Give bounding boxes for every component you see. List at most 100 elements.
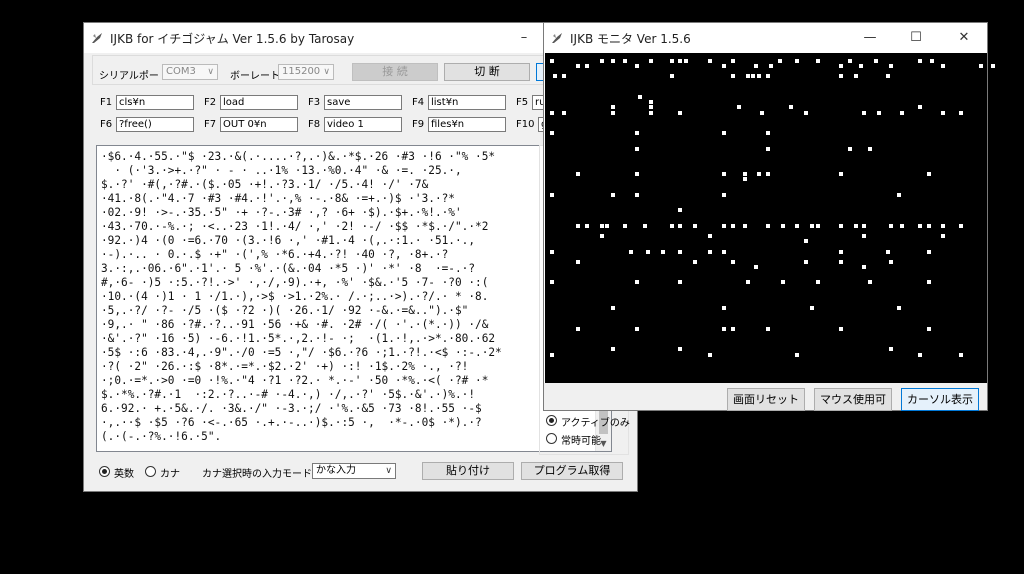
editor-text[interactable]: ·$6.·4.·55.·"$ ·23.·&(.·....·?,.·)&.·*$.…	[101, 150, 596, 450]
screen-pixel	[550, 111, 554, 115]
screen-pixel	[678, 224, 682, 228]
screen-pixel	[638, 95, 642, 99]
screen-pixel	[649, 105, 653, 109]
screen-pixel	[754, 265, 758, 269]
screen-pixel	[927, 224, 931, 228]
screen-pixel	[550, 353, 554, 357]
always-radio[interactable]	[546, 433, 557, 444]
fkey-label: F9	[412, 119, 425, 130]
kana-radio[interactable]	[145, 466, 156, 477]
port-select[interactable]: COM3 ∨	[162, 64, 218, 80]
screen-pixel	[743, 224, 747, 228]
screen-pixel	[941, 111, 945, 115]
screen-pixel	[927, 172, 931, 176]
screen-pixel	[585, 224, 589, 228]
close-icon[interactable]: ✕	[942, 23, 986, 53]
screen-pixel	[746, 74, 750, 78]
fkey-input-f4[interactable]: list¥n	[428, 95, 506, 110]
screen-pixel	[550, 131, 554, 135]
fkey-input-f8[interactable]: video 1	[324, 117, 402, 132]
screen-pixel	[605, 224, 609, 228]
baud-select[interactable]: 115200 ∨	[278, 64, 334, 80]
screen-pixel	[839, 74, 843, 78]
screen-reset-button[interactable]: 画面リセット	[727, 388, 805, 411]
screen-pixel	[646, 250, 650, 254]
screen-pixel	[600, 224, 604, 228]
screen-pixel	[576, 260, 580, 264]
screen-pixel	[941, 64, 945, 68]
screen-pixel	[991, 64, 995, 68]
main-title: IJKB for イチゴジャム Ver 1.5.6 by Tarosay	[110, 32, 355, 46]
minimize-icon[interactable]: —	[848, 23, 892, 53]
screen-pixel	[959, 224, 963, 228]
screen-pixel	[611, 59, 615, 63]
screen-pixel	[611, 193, 615, 197]
screen-pixel	[550, 193, 554, 197]
screen-pixel	[722, 306, 726, 310]
program-editor[interactable]: ·$6.·4.·55.·"$ ·23.·&(.·....·?,.·)&.·*$.…	[96, 145, 612, 452]
screen-pixel	[859, 64, 863, 68]
screen-pixel	[576, 327, 580, 331]
screen-pixel	[757, 172, 761, 176]
screen-pixel	[795, 224, 799, 228]
screen-pixel	[623, 59, 627, 63]
screen-pixel	[562, 111, 566, 115]
screen-pixel	[678, 280, 682, 284]
screen-pixel	[766, 327, 770, 331]
screen-pixel	[918, 224, 922, 228]
screen-pixel	[854, 224, 858, 228]
monitor-titlebar[interactable]: IJKB モニタ Ver 1.5.6 — ☐ ✕	[544, 23, 987, 53]
screen-pixel	[757, 74, 761, 78]
baud-rate-label: ボーレート	[230, 71, 280, 82]
screen-pixel	[635, 147, 639, 151]
minimize-button[interactable]: –	[502, 23, 546, 53]
fkey-input-f7[interactable]: OUT 0¥n	[220, 117, 298, 132]
screen-pixel	[789, 105, 793, 109]
screen-pixel	[708, 234, 712, 238]
maximize-icon[interactable]: ☐	[894, 23, 938, 53]
screen-pixel	[769, 64, 773, 68]
eisu-radio[interactable]	[99, 466, 110, 477]
fkey-label: F1	[100, 97, 113, 108]
baud-value: 115200	[282, 66, 321, 77]
monitor-screen[interactable]	[545, 53, 995, 393]
screen-pixel	[927, 280, 931, 284]
fkey-input-f9[interactable]: files¥n	[428, 117, 506, 132]
paste-button[interactable]: 貼り付け	[422, 462, 514, 480]
input-mode-select[interactable]: かな入力 ∨	[312, 463, 396, 479]
screen-pixel	[670, 59, 674, 63]
screen-pixel	[839, 172, 843, 176]
fkey-input-f1[interactable]: cls¥n	[116, 95, 194, 110]
screen-pixel	[766, 224, 770, 228]
screen-pixel	[941, 224, 945, 228]
disconnect-button[interactable]: 切 断	[444, 63, 530, 81]
screen-pixel	[550, 59, 554, 63]
app-leaf-icon	[552, 33, 562, 43]
screen-pixel	[816, 59, 820, 63]
screen-pixel	[900, 224, 904, 228]
chevron-down-icon: ∨	[207, 67, 214, 77]
screen-pixel	[743, 177, 747, 181]
active-only-radio[interactable]	[546, 415, 557, 426]
chevron-down-icon: ∨	[323, 67, 330, 77]
fkey-input-f6[interactable]: ?free()	[116, 117, 194, 132]
screen-pixel	[804, 239, 808, 243]
screen-pixel	[886, 74, 890, 78]
screen-pixel	[562, 74, 566, 78]
screen-pixel	[693, 260, 697, 264]
fkey-label: F3	[308, 97, 321, 108]
screen-pixel	[930, 59, 934, 63]
screen-pixel	[649, 111, 653, 115]
mouse-enable-button[interactable]: マウス使用可	[814, 388, 892, 411]
screen-pixel	[766, 74, 770, 78]
screen-pixel	[708, 250, 712, 254]
fkey-input-f2[interactable]: load	[220, 95, 298, 110]
screen-pixel	[684, 59, 688, 63]
screen-pixel	[795, 59, 799, 63]
screen-pixel	[731, 260, 735, 264]
get-program-button[interactable]: プログラム取得	[521, 462, 623, 480]
cursor-display-button[interactable]: カーソル表示	[901, 388, 979, 411]
connect-button[interactable]: 接 続	[352, 63, 438, 81]
fkey-input-f3[interactable]: save	[324, 95, 402, 110]
screen-pixel	[678, 208, 682, 212]
